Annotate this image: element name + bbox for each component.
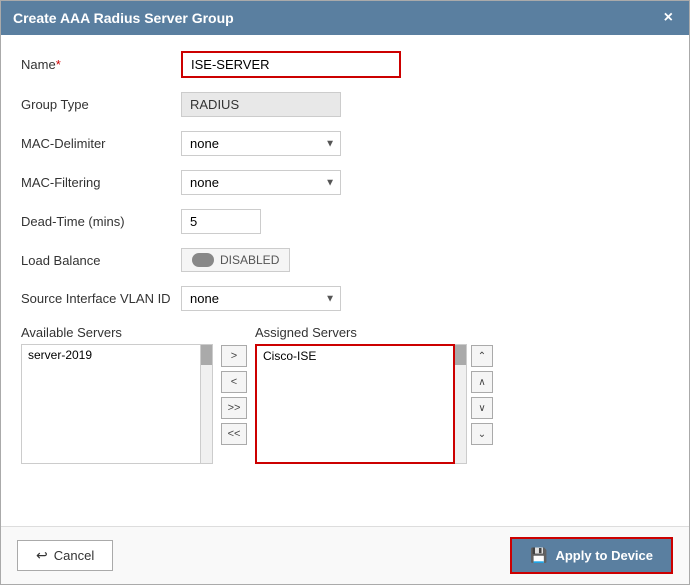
move-to-bottom-button[interactable]: ⌄	[471, 423, 493, 445]
source-interface-select-wrapper: none ▼	[181, 286, 341, 311]
list-item[interactable]: Cisco-ISE	[257, 346, 453, 366]
move-to-top-button[interactable]: ⌃	[471, 345, 493, 367]
load-balance-toggle[interactable]: DISABLED	[181, 248, 290, 272]
available-list-scroll-wrapper: server-2019	[21, 344, 213, 464]
mac-filtering-select[interactable]: none	[181, 170, 341, 195]
group-type-label: Group Type	[21, 97, 181, 112]
scroll-thumb	[201, 345, 212, 365]
assigned-scrollbar	[455, 344, 467, 464]
assigned-servers-wrapper: Assigned Servers Cisco-ISE	[255, 325, 467, 464]
dead-time-label: Dead-Time (mins)	[21, 214, 181, 229]
dialog-header: Create AAA Radius Server Group ×	[1, 1, 689, 35]
apply-to-device-button[interactable]: 💾 Apply to Device	[510, 537, 673, 574]
move-right-button[interactable]: >	[221, 345, 247, 367]
name-row: Name	[21, 51, 669, 78]
name-input[interactable]	[181, 51, 401, 78]
save-icon: 💾	[530, 547, 547, 564]
mac-filtering-label: MAC-Filtering	[21, 175, 181, 190]
move-left-button[interactable]: <	[221, 371, 247, 393]
servers-section: Available Servers server-2019 > < >> <<	[21, 325, 669, 464]
scroll-thumb	[455, 345, 466, 365]
available-servers-wrapper: Available Servers server-2019	[21, 325, 213, 464]
load-balance-label: Load Balance	[21, 253, 181, 268]
mac-filtering-select-wrapper: none ▼	[181, 170, 341, 195]
dialog-body: Name Group Type RADIUS MAC-Delimiter non…	[1, 35, 689, 526]
dead-time-row: Dead-Time (mins)	[21, 209, 669, 234]
group-type-value: RADIUS	[181, 92, 341, 117]
move-down-button[interactable]: ∨	[471, 397, 493, 419]
available-servers-list[interactable]: server-2019	[21, 344, 201, 464]
source-interface-select[interactable]: none	[181, 286, 341, 311]
cancel-label: Cancel	[54, 548, 94, 563]
toggle-indicator	[192, 253, 214, 267]
move-all-left-button[interactable]: <<	[221, 423, 247, 445]
transfer-controls: > < >> <<	[213, 345, 255, 445]
available-servers-label: Available Servers	[21, 325, 213, 340]
mac-delimiter-select[interactable]: none	[181, 131, 341, 156]
source-interface-label: Source Interface VLAN ID	[21, 291, 181, 306]
group-type-row: Group Type RADIUS	[21, 92, 669, 117]
order-controls: ⌃ ∧ ∨ ⌄	[467, 345, 497, 445]
cancel-icon: ↩	[36, 547, 48, 564]
source-interface-row: Source Interface VLAN ID none ▼	[21, 286, 669, 311]
move-up-button[interactable]: ∧	[471, 371, 493, 393]
available-scrollbar	[201, 344, 213, 464]
mac-delimiter-row: MAC-Delimiter none ▼	[21, 131, 669, 156]
assigned-servers-label: Assigned Servers	[255, 325, 467, 340]
mac-delimiter-select-wrapper: none ▼	[181, 131, 341, 156]
toggle-label: DISABLED	[220, 253, 279, 267]
dead-time-input[interactable]	[181, 209, 261, 234]
load-balance-row: Load Balance DISABLED	[21, 248, 669, 272]
apply-label: Apply to Device	[555, 548, 653, 563]
dialog-title: Create AAA Radius Server Group	[13, 10, 234, 26]
close-button[interactable]: ×	[660, 9, 677, 27]
mac-delimiter-label: MAC-Delimiter	[21, 136, 181, 151]
assigned-list-scroll-wrapper: Cisco-ISE	[255, 344, 467, 464]
name-label: Name	[21, 57, 181, 72]
list-item[interactable]: server-2019	[22, 345, 200, 365]
assigned-servers-list[interactable]: Cisco-ISE	[255, 344, 455, 464]
mac-filtering-row: MAC-Filtering none ▼	[21, 170, 669, 195]
dialog: Create AAA Radius Server Group × Name Gr…	[0, 0, 690, 585]
move-all-right-button[interactable]: >>	[221, 397, 247, 419]
cancel-button[interactable]: ↩ Cancel	[17, 540, 113, 571]
dialog-footer: ↩ Cancel 💾 Apply to Device	[1, 526, 689, 584]
